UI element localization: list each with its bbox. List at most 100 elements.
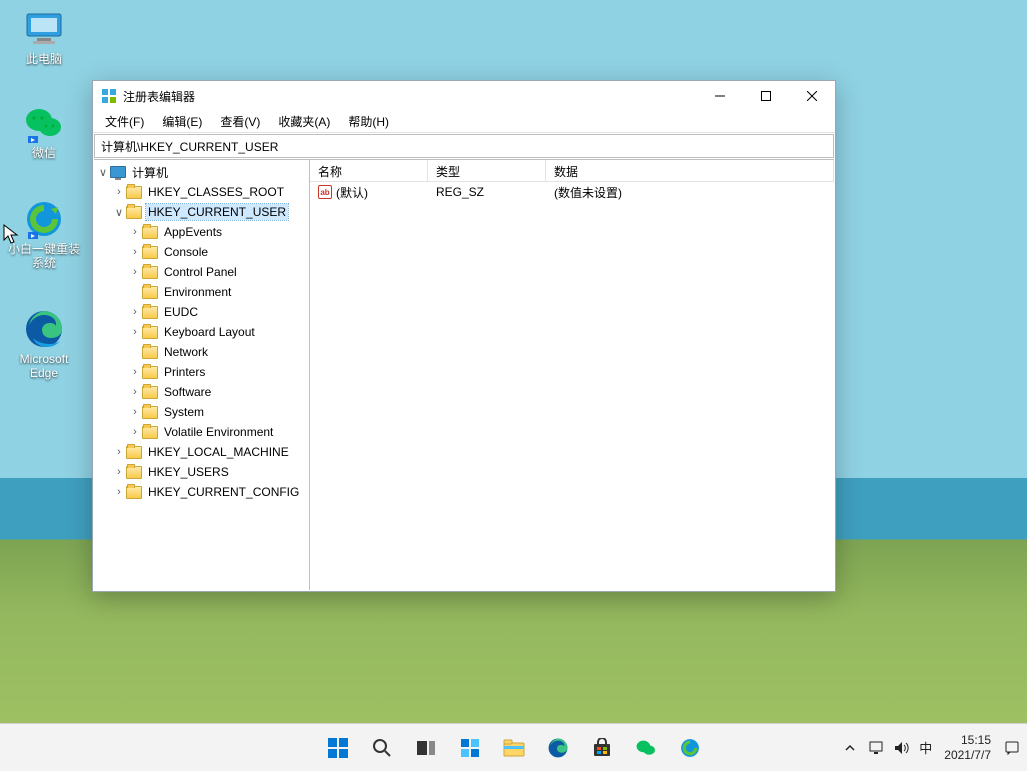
folder-icon — [142, 344, 158, 360]
tree-label: HKEY_USERS — [146, 464, 231, 480]
store-button[interactable] — [582, 728, 622, 768]
tree-label: Network — [162, 344, 210, 360]
tree-label: HKEY_CURRENT_CONFIG — [146, 484, 301, 500]
col-type[interactable]: 类型 — [428, 160, 546, 181]
tree-hkcu[interactable]: ∨HKEY_CURRENT_USER — [94, 202, 309, 222]
clock-time: 15:15 — [961, 733, 991, 747]
expander-icon[interactable]: › — [128, 426, 142, 438]
list-pane[interactable]: 名称 类型 数据 ab (默认) REG_SZ (数值未设置) — [310, 160, 834, 590]
tree-label: System — [162, 404, 206, 420]
string-icon: ab — [318, 185, 332, 199]
ime-indicator[interactable]: 中 — [919, 739, 932, 757]
desktop[interactable]: 此电脑 微信 小白一键重装系统 Microsoft Edge 注册表编辑器 文件… — [0, 0, 1027, 771]
tree-item[interactable]: › Volatile Environment — [94, 422, 309, 442]
pc-icon — [23, 8, 65, 50]
maximize-button[interactable] — [743, 81, 789, 111]
tree-item[interactable]: › Control Panel — [94, 262, 309, 282]
notifications-icon[interactable] — [1003, 739, 1021, 757]
menu-edit[interactable]: 编辑(E) — [154, 111, 210, 132]
folder-icon — [142, 364, 158, 380]
tree-label: HKEY_LOCAL_MACHINE — [146, 444, 291, 460]
search-button[interactable] — [362, 728, 402, 768]
value-data: (数值未设置) — [546, 184, 834, 201]
tree-label: Console — [162, 244, 210, 260]
folder-icon — [126, 184, 142, 200]
widgets-button[interactable] — [450, 728, 490, 768]
title-bar[interactable]: 注册表编辑器 — [93, 81, 835, 111]
volume-icon[interactable] — [893, 739, 911, 757]
expander-icon[interactable]: › — [112, 446, 126, 458]
tree-item[interactable]: ›Printers — [94, 362, 309, 382]
tree-item[interactable]: › Console — [94, 242, 309, 262]
edge-icon — [23, 308, 65, 350]
close-button[interactable] — [789, 81, 835, 111]
menu-file[interactable]: 文件(F) — [97, 111, 152, 132]
desktop-icon-this-pc[interactable]: 此电脑 — [5, 8, 83, 66]
expander-icon[interactable]: › — [128, 406, 142, 418]
taskview-button[interactable] — [406, 728, 446, 768]
explorer-button[interactable] — [494, 728, 534, 768]
tree-label: Control Panel — [162, 264, 239, 280]
tree-hkcr[interactable]: ›HKEY_CLASSES_ROOT — [94, 182, 309, 202]
address-bar[interactable]: 计算机\HKEY_CURRENT_USER — [94, 134, 834, 158]
expander-icon[interactable]: › — [128, 306, 142, 318]
expander-icon[interactable]: › — [128, 386, 142, 398]
wechat-taskbar-button[interactable] — [626, 728, 666, 768]
minimize-button[interactable] — [697, 81, 743, 111]
expander-icon[interactable]: › — [128, 366, 142, 378]
taskbar-center — [318, 728, 710, 768]
expander-icon[interactable]: › — [128, 226, 142, 238]
tree-item[interactable]: ›Keyboard Layout — [94, 322, 309, 342]
tree-hku[interactable]: › HKEY_USERS — [94, 462, 309, 482]
desktop-icon-xiaobai[interactable]: 小白一键重装系统 — [5, 198, 83, 271]
value-name: (默认) — [336, 184, 368, 201]
desktop-icon-label: 小白一键重装系统 — [5, 242, 83, 271]
folder-icon — [126, 484, 142, 500]
menu-bar: 文件(F) 编辑(E) 查看(V) 收藏夹(A) 帮助(H) — [93, 111, 835, 133]
window-title: 注册表编辑器 — [123, 88, 697, 105]
edge-taskbar-button[interactable] — [538, 728, 578, 768]
expander-icon[interactable]: ∨ — [112, 206, 126, 219]
menu-view[interactable]: 查看(V) — [212, 111, 268, 132]
expander-icon[interactable]: › — [128, 266, 142, 278]
tree-item[interactable]: ›AppEvents — [94, 222, 309, 242]
desktop-icon-label: 微信 — [32, 146, 56, 160]
tree-item[interactable]: Environment — [94, 282, 309, 302]
tree-item[interactable]: › EUDC — [94, 302, 309, 322]
menu-favorites[interactable]: 收藏夹(A) — [270, 111, 338, 132]
col-data[interactable]: 数据 — [546, 160, 834, 181]
folder-icon — [142, 264, 158, 280]
desktop-icon-wechat[interactable]: 微信 — [5, 102, 83, 160]
xiaobai-taskbar-button[interactable] — [670, 728, 710, 768]
tray-chevron-icon[interactable] — [841, 739, 859, 757]
expander-icon[interactable]: › — [112, 186, 126, 198]
start-button[interactable] — [318, 728, 358, 768]
expander-icon[interactable]: › — [128, 326, 142, 338]
list-header: 名称 类型 数据 — [310, 160, 834, 182]
expander-icon[interactable]: › — [112, 466, 126, 478]
value-type: REG_SZ — [428, 185, 546, 199]
tree-item[interactable]: › System — [94, 402, 309, 422]
folder-icon — [142, 304, 158, 320]
tree-item[interactable]: Network — [94, 342, 309, 362]
menu-help[interactable]: 帮助(H) — [340, 111, 397, 132]
tree-label: EUDC — [162, 304, 200, 320]
tree-label: Volatile Environment — [162, 424, 275, 440]
network-icon[interactable] — [867, 739, 885, 757]
wechat-icon — [23, 102, 65, 144]
folder-icon — [142, 384, 158, 400]
tree-hklm[interactable]: › HKEY_LOCAL_MACHINE — [94, 442, 309, 462]
expander-icon[interactable]: › — [128, 246, 142, 258]
list-row[interactable]: ab (默认) REG_SZ (数值未设置) — [310, 182, 834, 202]
tree-computer[interactable]: ∨计算机 — [94, 162, 309, 182]
expander-icon[interactable]: › — [112, 486, 126, 498]
folder-icon — [126, 464, 142, 480]
tree-item[interactable]: ›Software — [94, 382, 309, 402]
expander-icon[interactable]: ∨ — [96, 166, 110, 179]
tree-hkcc[interactable]: › HKEY_CURRENT_CONFIG — [94, 482, 309, 502]
col-name[interactable]: 名称 — [310, 160, 428, 181]
clock[interactable]: 15:15 2021/7/7 — [940, 733, 995, 762]
tree-pane[interactable]: ∨计算机›HKEY_CLASSES_ROOT∨HKEY_CURRENT_USER… — [94, 160, 310, 590]
desktop-icon-edge[interactable]: Microsoft Edge — [5, 308, 83, 381]
folder-icon — [142, 244, 158, 260]
